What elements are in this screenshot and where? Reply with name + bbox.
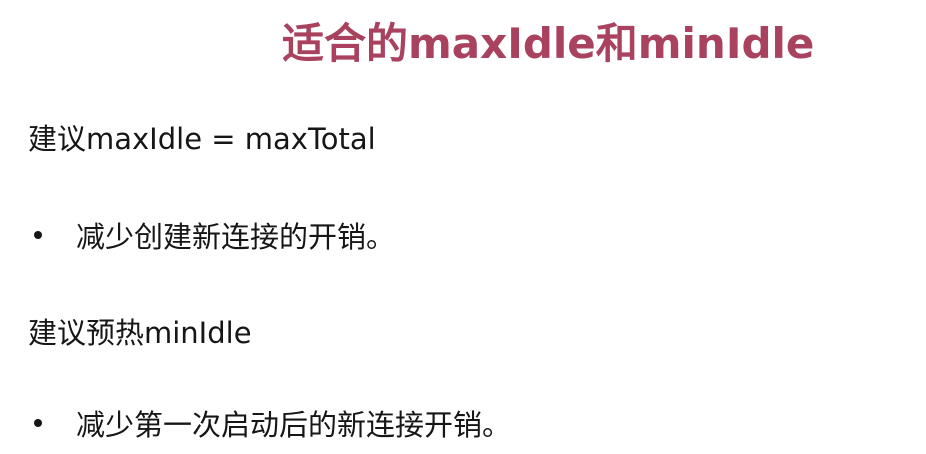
bullet-item-reduce-startup-overhead: 减少第一次启动后的新连接开销。 bbox=[28, 402, 511, 444]
bullet-item-reduce-overhead: 减少创建新连接的开销。 bbox=[28, 214, 395, 256]
slide: 适合的maxIdle和minIdle 建议maxIdle = maxTotal … bbox=[0, 0, 926, 454]
bullet-text: 减少创建新连接的开销。 bbox=[76, 220, 396, 254]
recommendation-min-idle: 建议预热minIdle bbox=[28, 316, 252, 350]
recommendation-max-idle: 建议maxIdle = maxTotal bbox=[28, 122, 376, 156]
bullet-text: 减少第一次启动后的新连接开销。 bbox=[76, 408, 512, 442]
bullet-icon bbox=[34, 419, 42, 427]
slide-title: 适合的maxIdle和minIdle bbox=[282, 19, 815, 68]
bullet-icon bbox=[34, 231, 42, 239]
